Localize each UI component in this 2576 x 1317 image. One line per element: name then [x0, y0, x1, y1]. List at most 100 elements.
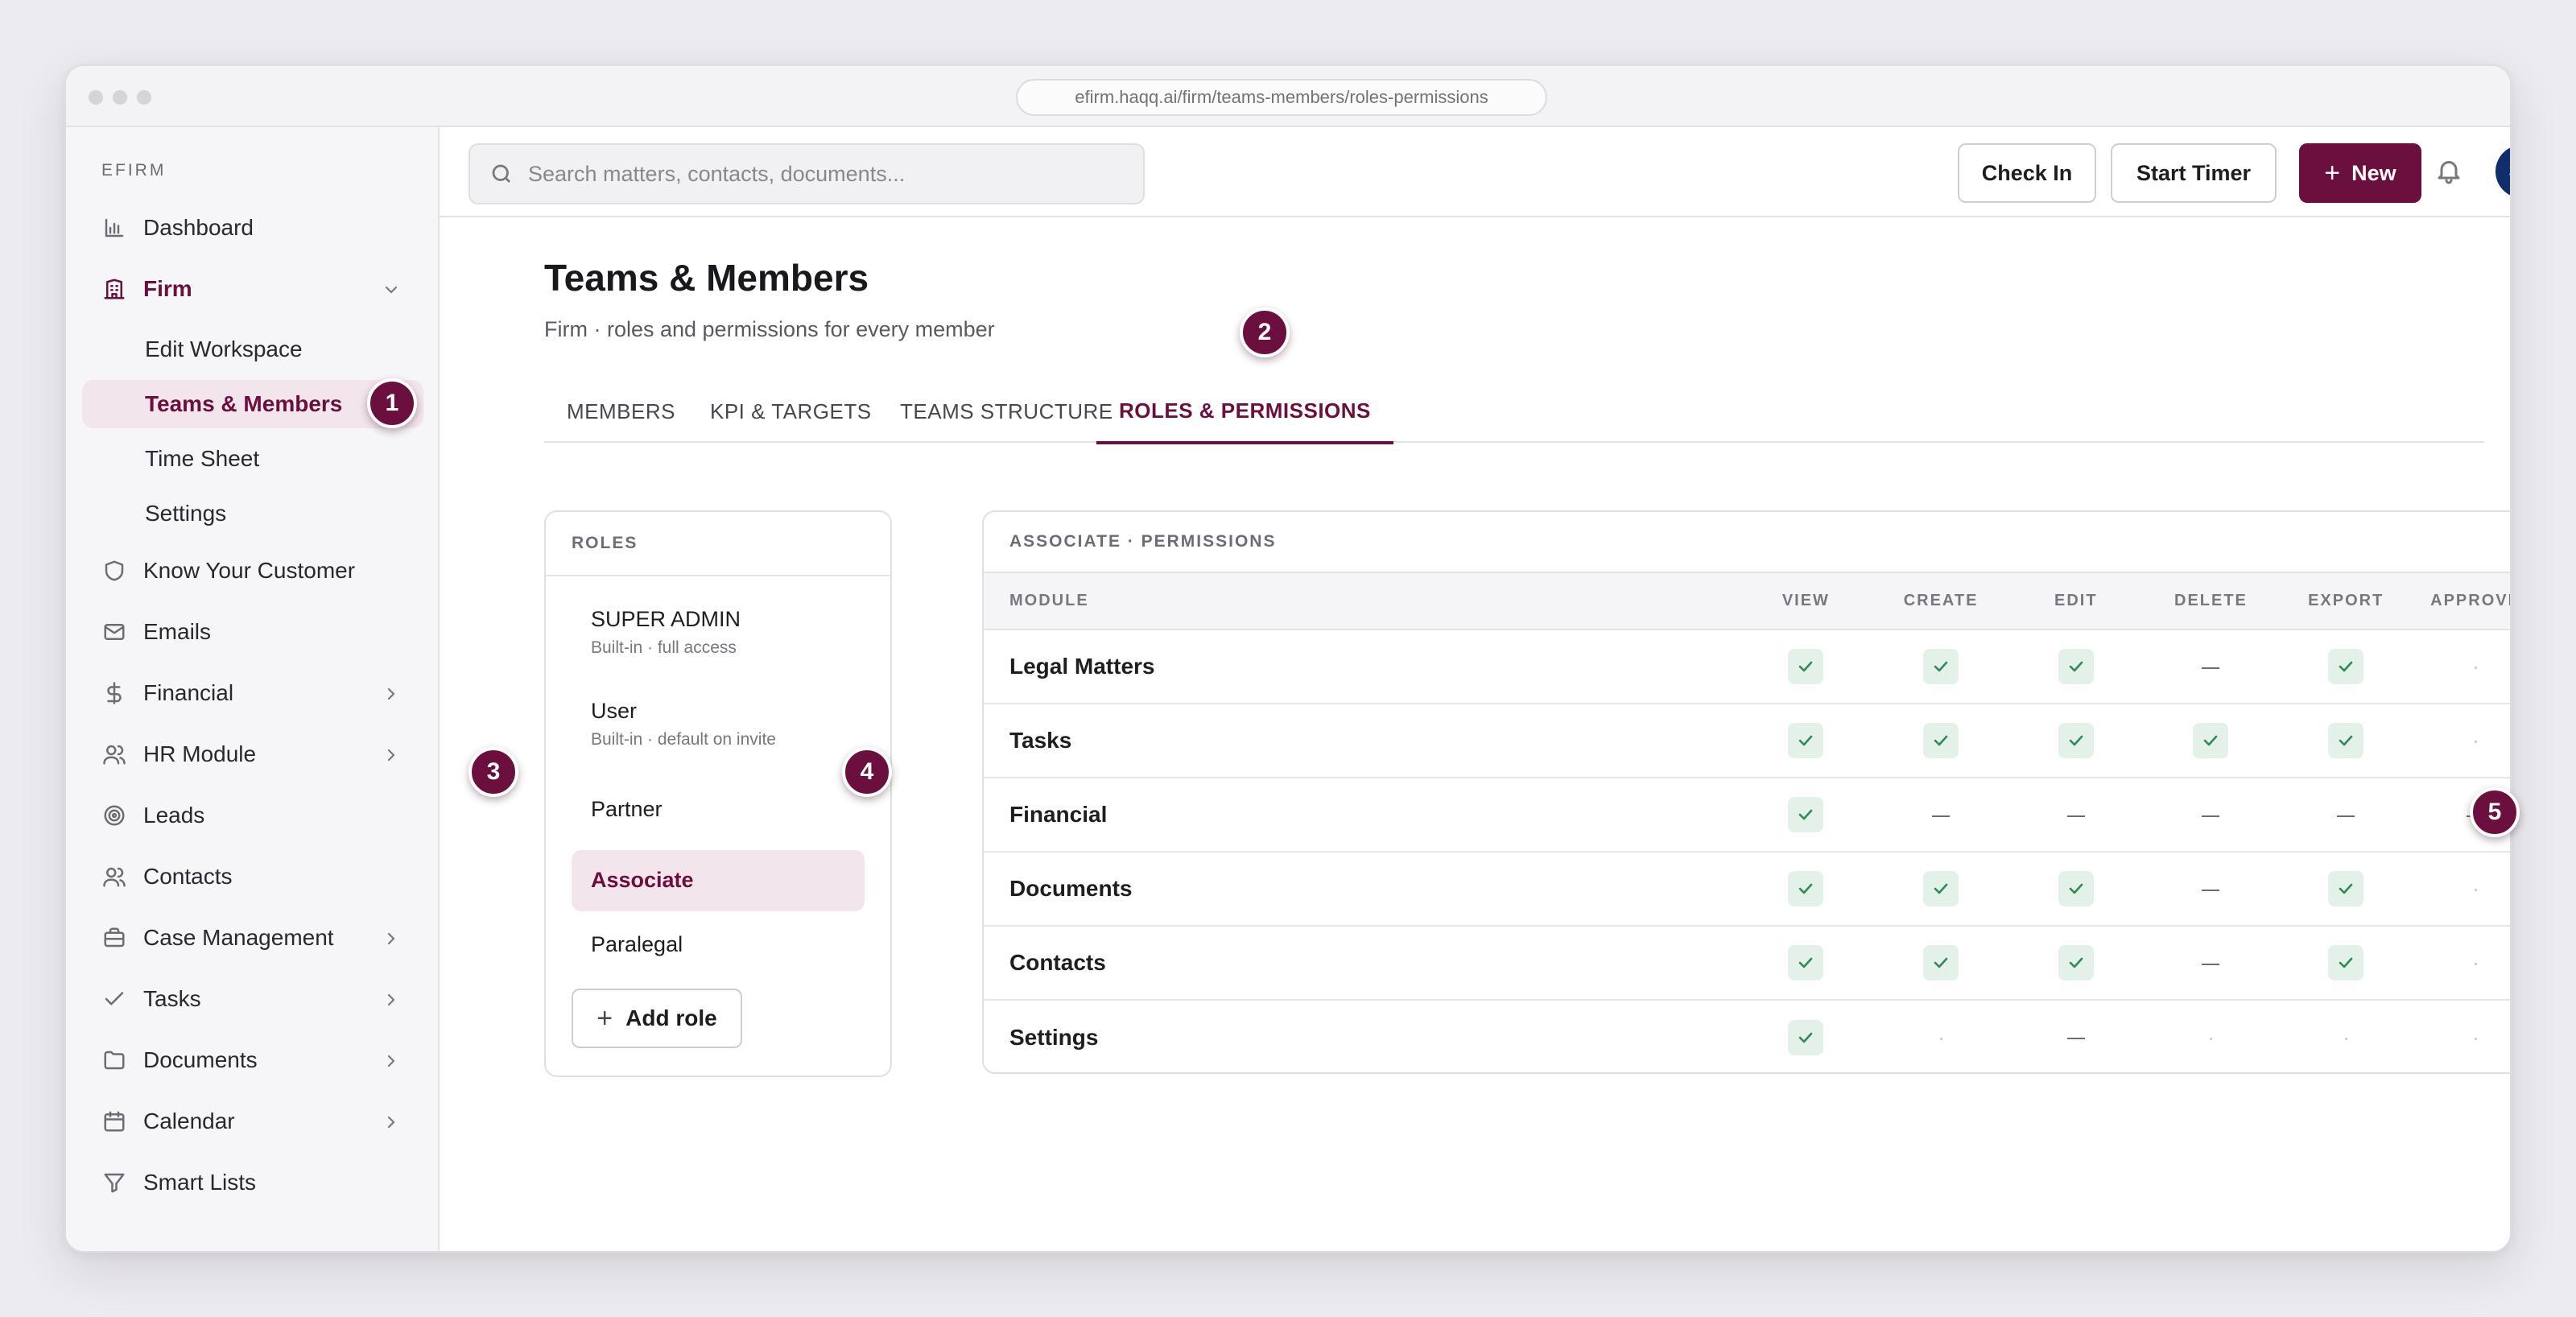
- permission-cell[interactable]: [2278, 704, 2414, 778]
- checkmark-icon[interactable]: [2328, 723, 2364, 758]
- checkmark-icon[interactable]: [2058, 723, 2094, 758]
- checkmark-icon[interactable]: [2328, 649, 2364, 684]
- sidebar-subitem-time-sheet[interactable]: Time Sheet: [82, 435, 423, 483]
- sidebar-item-leads[interactable]: Leads: [82, 792, 423, 839]
- sidebar-item-documents[interactable]: Documents: [82, 1037, 423, 1084]
- checkmark-icon[interactable]: [1788, 797, 1824, 832]
- url-bar[interactable]: efirm.haqq.ai/firm/teams-members/roles-p…: [1016, 79, 1547, 116]
- column-header: CREATE: [1873, 573, 2008, 630]
- sidebar-item-hr-module[interactable]: HR Module: [82, 731, 423, 778]
- permission-cell[interactable]: [2278, 778, 2414, 853]
- permission-cell[interactable]: [2008, 704, 2144, 778]
- start-timer-button[interactable]: Start Timer: [2111, 143, 2277, 203]
- checkmark-icon[interactable]: [1923, 723, 1959, 758]
- column-header: APPROVE: [2413, 573, 2510, 630]
- checkmark-icon[interactable]: [1923, 871, 1959, 906]
- permission-cell[interactable]: [2278, 852, 2414, 927]
- checkmark-icon[interactable]: [2193, 723, 2229, 758]
- permission-cell[interactable]: [2008, 926, 2144, 1001]
- permission-cell[interactable]: [1873, 1000, 2008, 1072]
- permission-cell[interactable]: [1738, 630, 1874, 704]
- close-dot[interactable]: [89, 90, 103, 105]
- permission-cell[interactable]: [1738, 704, 1874, 778]
- checkmark-icon[interactable]: [2328, 945, 2364, 981]
- permission-cell[interactable]: [1738, 778, 1874, 853]
- permission-cell[interactable]: [2008, 852, 2144, 927]
- tab-members[interactable]: MEMBERS: [544, 380, 698, 443]
- marker-2: 2: [1240, 308, 1290, 357]
- sidebar-subitem-edit-workspace[interactable]: Edit Workspace: [82, 325, 423, 374]
- role-associate[interactable]: Associate: [572, 850, 865, 911]
- permission-cell[interactable]: [1873, 704, 2008, 778]
- sidebar-item-contacts[interactable]: Contacts: [82, 853, 423, 900]
- permission-cell[interactable]: [2008, 630, 2144, 704]
- search-input[interactable]: [528, 161, 1140, 187]
- role-super-admin[interactable]: SUPER ADMIN Built-in · full access: [572, 602, 865, 670]
- checkmark-icon[interactable]: [2058, 649, 2094, 684]
- checkmark-icon[interactable]: [1788, 1019, 1824, 1055]
- permission-cell[interactable]: [2278, 1000, 2413, 1072]
- sidebar-subitem-settings[interactable]: Settings: [82, 489, 423, 538]
- tab-roles-permissions[interactable]: ROLES & PERMISSIONS: [1096, 380, 1393, 444]
- permission-cell[interactable]: [2413, 926, 2510, 1001]
- permission-cell[interactable]: [1873, 630, 2008, 704]
- permission-cell[interactable]: [2413, 1000, 2510, 1072]
- permission-cell[interactable]: [1873, 778, 2008, 853]
- permission-cell[interactable]: [2143, 630, 2279, 704]
- permission-cell[interactable]: [2143, 926, 2279, 1001]
- role-partner[interactable]: Partner: [572, 786, 865, 834]
- permission-cell[interactable]: [2143, 778, 2279, 853]
- table-row: Tasks: [984, 704, 2510, 778]
- permission-cell[interactable]: [2278, 630, 2414, 704]
- checkmark-icon[interactable]: [1788, 945, 1824, 981]
- checkmark-icon[interactable]: [1923, 945, 1959, 981]
- sidebar-item-firm[interactable]: Firm: [82, 266, 423, 312]
- permission-cell[interactable]: [2143, 852, 2279, 927]
- checkmark-icon[interactable]: [1788, 871, 1824, 906]
- role-user[interactable]: User Built-in · default on invite: [572, 694, 865, 762]
- sidebar-item-case-management[interactable]: Case Management: [82, 914, 423, 961]
- checkmark-icon[interactable]: [2058, 871, 2094, 906]
- search-bar[interactable]: [469, 143, 1145, 204]
- permission-cell[interactable]: [2008, 1000, 2144, 1072]
- sidebar-item-tasks[interactable]: Tasks: [82, 976, 423, 1022]
- checkmark-icon[interactable]: [1788, 649, 1824, 684]
- role-paralegal[interactable]: Paralegal: [572, 921, 865, 969]
- dollar-icon: [101, 680, 127, 706]
- permission-cell[interactable]: [2008, 778, 2144, 853]
- permission-cell[interactable]: [1738, 926, 1874, 1001]
- permission-cell[interactable]: [1873, 852, 2008, 927]
- checkmark-icon[interactable]: [2328, 871, 2364, 906]
- check-in-button[interactable]: Check In: [1958, 143, 2096, 203]
- tab-kpi-targets[interactable]: KPI & TARGETS: [687, 380, 894, 443]
- sidebar-item-calendar[interactable]: Calendar: [82, 1098, 423, 1145]
- permission-cell[interactable]: [2413, 630, 2510, 704]
- permission-cell[interactable]: [2413, 704, 2510, 778]
- bell-icon[interactable]: [2434, 156, 2467, 188]
- permission-cell[interactable]: [2278, 926, 2414, 1001]
- checkmark-icon[interactable]: [1788, 723, 1824, 758]
- permission-cell[interactable]: [2144, 1000, 2279, 1072]
- sidebar-item-dashboard[interactable]: Dashboard: [82, 204, 423, 251]
- permission-cell[interactable]: [1739, 1000, 1874, 1072]
- sidebar-item-label: Firm: [143, 276, 192, 301]
- checkmark-icon[interactable]: [1923, 649, 1959, 684]
- sidebar-item-smart-lists[interactable]: Smart Lists: [82, 1159, 423, 1206]
- maximize-dot[interactable]: [137, 90, 151, 105]
- add-role-button[interactable]: + Add role: [572, 989, 742, 1048]
- chevron-down-icon: [382, 279, 401, 299]
- minimize-dot[interactable]: [113, 90, 127, 105]
- sidebar-item-financial[interactable]: Financial: [82, 670, 423, 716]
- chevron-right-icon: [382, 745, 401, 764]
- table-row: Settings: [984, 1000, 2510, 1072]
- new-button[interactable]: + New: [2299, 143, 2421, 203]
- avatar[interactable]: SM: [2496, 145, 2510, 198]
- sidebar-item-kyc[interactable]: Know Your Customer: [82, 547, 423, 594]
- permission-cell[interactable]: [2413, 852, 2510, 927]
- sidebar-item-label: Know Your Customer: [143, 558, 356, 583]
- sidebar-item-emails[interactable]: Emails: [82, 609, 423, 655]
- permission-cell[interactable]: [2143, 704, 2279, 778]
- permission-cell[interactable]: [1738, 852, 1874, 927]
- checkmark-icon[interactable]: [2058, 945, 2094, 981]
- permission-cell[interactable]: [1873, 926, 2008, 1001]
